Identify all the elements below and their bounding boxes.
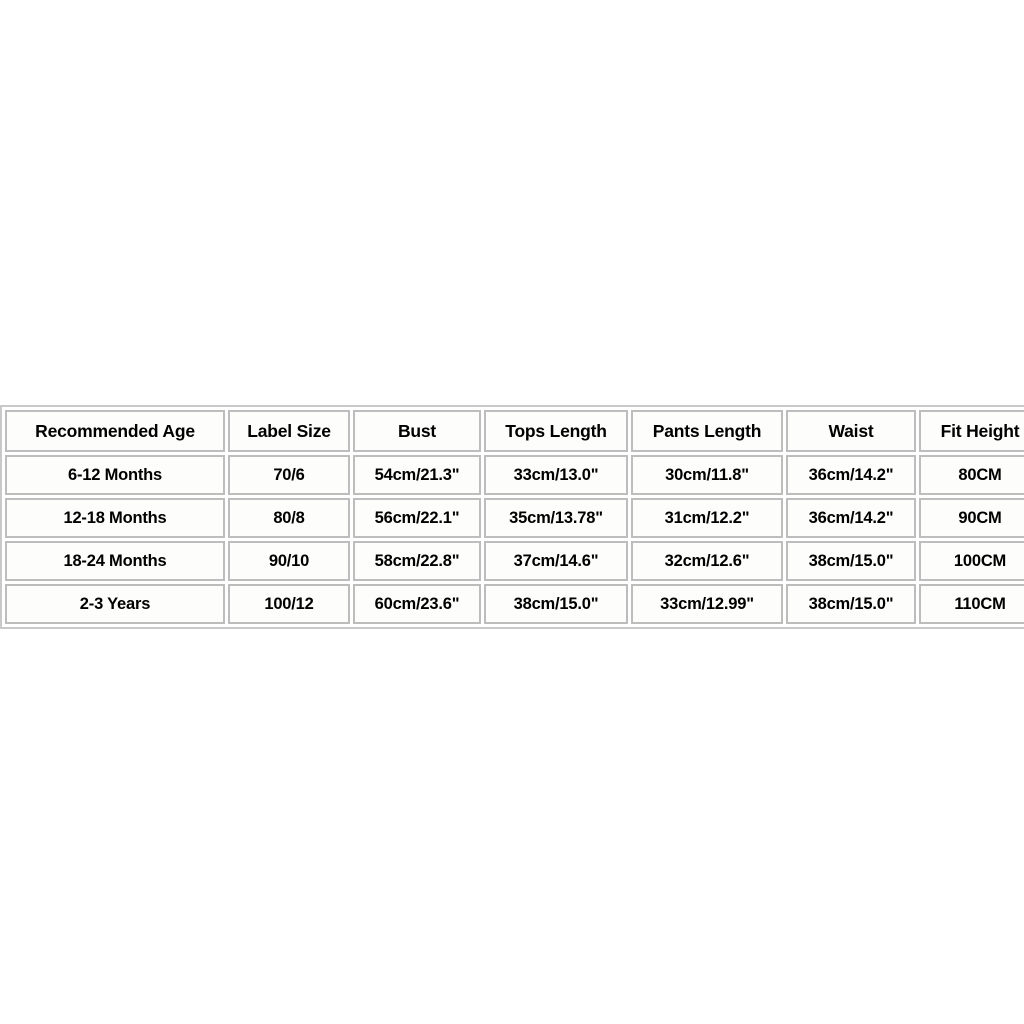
cell-recommended-age: 12-18 Months [5,498,225,538]
column-header-pants-length: Pants Length [631,410,783,452]
cell-waist: 38cm/15.0" [786,541,916,581]
cell-recommended-age: 18-24 Months [5,541,225,581]
cell-pants-length: 32cm/12.6" [631,541,783,581]
table-row: 12-18 Months 80/8 56cm/22.1" 35cm/13.78"… [5,498,1024,538]
cell-pants-length: 30cm/11.8" [631,455,783,495]
cell-tops-length: 33cm/13.0" [484,455,628,495]
cell-fit-height: 110CM [919,584,1024,624]
cell-tops-length: 38cm/15.0" [484,584,628,624]
cell-label-size: 70/6 [228,455,350,495]
table-header-row: Recommended Age Label Size Bust Tops Len… [5,410,1024,452]
column-header-waist: Waist [786,410,916,452]
column-header-recommended-age: Recommended Age [5,410,225,452]
cell-label-size: 90/10 [228,541,350,581]
column-header-fit-height: Fit Height [919,410,1024,452]
cell-fit-height: 100CM [919,541,1024,581]
cell-fit-height: 80CM [919,455,1024,495]
cell-waist: 36cm/14.2" [786,455,916,495]
size-chart-container: Recommended Age Label Size Bust Tops Len… [0,405,1024,629]
table-body: 6-12 Months 70/6 54cm/21.3" 33cm/13.0" 3… [5,455,1024,624]
cell-recommended-age: 2-3 Years [5,584,225,624]
cell-fit-height: 90CM [919,498,1024,538]
cell-label-size: 80/8 [228,498,350,538]
cell-bust: 58cm/22.8" [353,541,481,581]
table-header: Recommended Age Label Size Bust Tops Len… [5,410,1024,452]
column-header-label-size: Label Size [228,410,350,452]
cell-bust: 60cm/23.6" [353,584,481,624]
column-header-bust: Bust [353,410,481,452]
cell-bust: 56cm/22.1" [353,498,481,538]
size-chart-table: Recommended Age Label Size Bust Tops Len… [0,405,1024,629]
cell-recommended-age: 6-12 Months [5,455,225,495]
table-row: 6-12 Months 70/6 54cm/21.3" 33cm/13.0" 3… [5,455,1024,495]
cell-waist: 38cm/15.0" [786,584,916,624]
column-header-tops-length: Tops Length [484,410,628,452]
cell-bust: 54cm/21.3" [353,455,481,495]
cell-pants-length: 33cm/12.99" [631,584,783,624]
table-row: 18-24 Months 90/10 58cm/22.8" 37cm/14.6"… [5,541,1024,581]
cell-tops-length: 35cm/13.78" [484,498,628,538]
cell-label-size: 100/12 [228,584,350,624]
cell-pants-length: 31cm/12.2" [631,498,783,538]
table-row: 2-3 Years 100/12 60cm/23.6" 38cm/15.0" 3… [5,584,1024,624]
cell-waist: 36cm/14.2" [786,498,916,538]
cell-tops-length: 37cm/14.6" [484,541,628,581]
